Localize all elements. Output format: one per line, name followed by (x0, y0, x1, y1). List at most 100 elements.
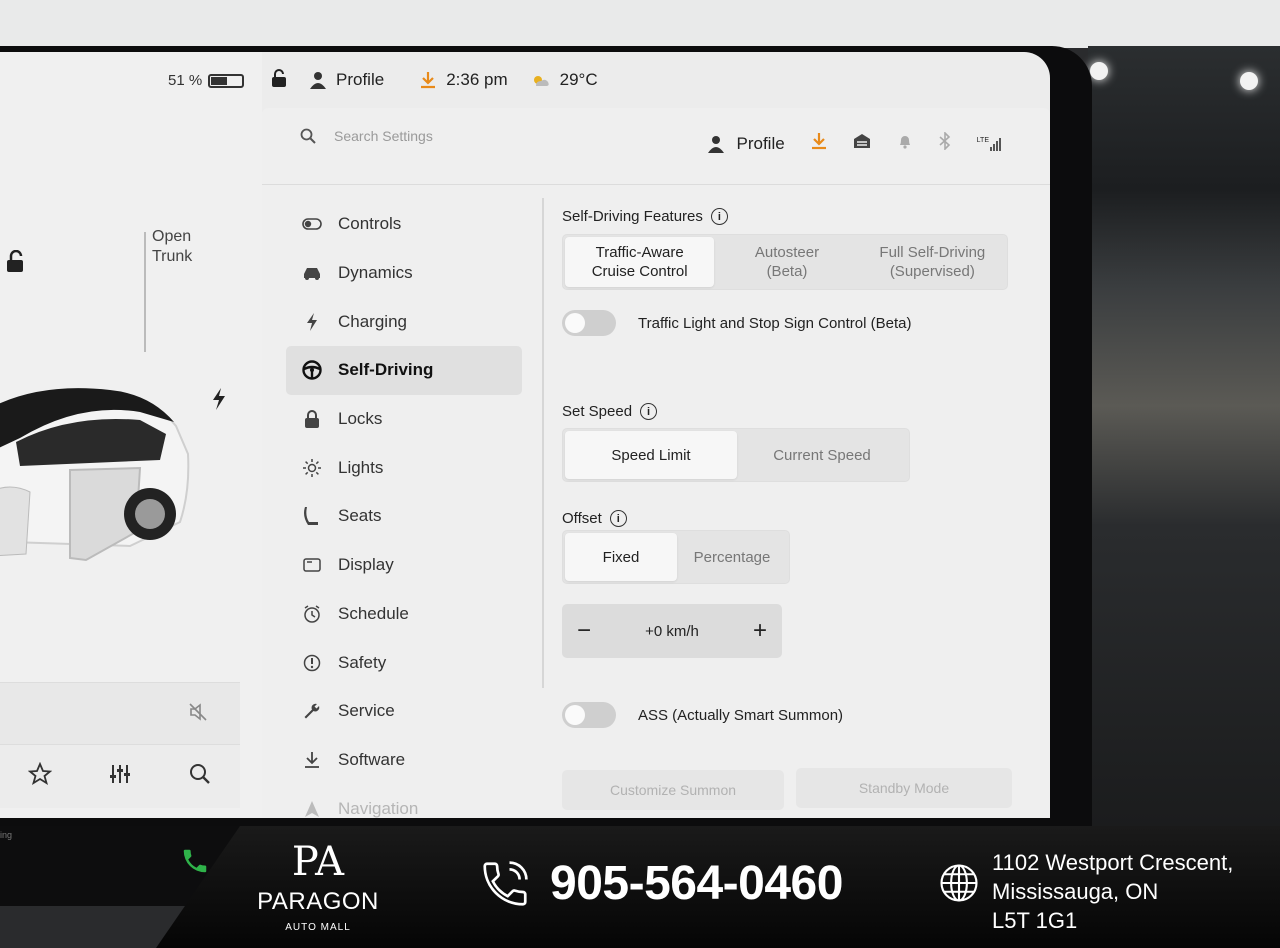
open-trunk-label-2: Trunk (152, 248, 193, 265)
nav-item-controls[interactable]: Controls (286, 200, 522, 249)
car-model-image (0, 388, 190, 562)
nav-item-label: Lights (338, 457, 384, 477)
set-speed-title-text: Set Speed (562, 403, 633, 420)
offset-stepper: − +0 km/h + (562, 604, 782, 658)
open-trunk-button[interactable]: Open Trunk (152, 227, 192, 267)
features-title: Self-Driving Features i (562, 208, 728, 225)
summon-toggle[interactable] (562, 702, 616, 728)
nav-item-self-driving[interactable]: Self-Driving (286, 346, 522, 395)
background-wall (0, 0, 1280, 48)
summon-label: ASS (Actually Smart Summon) (638, 706, 844, 724)
sun-icon (302, 458, 322, 478)
offset-option-percentage[interactable]: Percentage (677, 533, 787, 581)
toggle-knob (565, 313, 585, 333)
background-car-interior (1088, 46, 1280, 846)
toggle-knob (565, 705, 585, 725)
nav-item-label: Dynamics (338, 263, 413, 283)
offset-increase-button[interactable]: + (750, 617, 770, 645)
nav-item-schedule[interactable]: Schedule (286, 590, 522, 639)
feature-option-autosteer[interactable]: Autosteer (Beta) (714, 237, 859, 287)
offset-title-text: Offset (562, 510, 602, 527)
phone-number: 905-564-0460 (550, 857, 843, 910)
nav-item-dynamics[interactable]: Dynamics (286, 249, 522, 298)
nav-item-service[interactable]: Service (286, 687, 522, 736)
status-profile[interactable]: Profile (310, 70, 384, 90)
set-speed-title: Set Speed i (562, 403, 658, 420)
info-icon[interactable]: i (710, 208, 728, 225)
navigation-icon (302, 799, 322, 818)
feature-autosteer-line2: (Beta) (766, 263, 808, 280)
bell-icon[interactable] (897, 133, 913, 154)
alert-icon (302, 653, 322, 673)
search-icon[interactable] (188, 762, 212, 791)
features-selector: Traffic-Aware Cruise Control Autosteer (Be… (562, 234, 1008, 290)
nav-item-label: Navigation (338, 798, 419, 818)
person-icon (708, 135, 725, 153)
settings-search[interactable]: Search Settings (300, 128, 433, 144)
header-profile[interactable]: Profile (708, 134, 785, 154)
nav-item-lights[interactable]: Lights (286, 443, 522, 492)
nav-item-label: Safety (338, 652, 387, 672)
nav-item-navigation[interactable]: Navigation (286, 784, 522, 818)
address-line-1: 1102 Westport Crescent, (992, 850, 1234, 875)
trunk-pointer-line (144, 232, 146, 352)
offset-decrease-button[interactable]: − (574, 617, 594, 645)
status-time: 2:36 pm (420, 70, 508, 90)
nav-item-safety[interactable]: Safety (286, 638, 522, 687)
download-icon (421, 72, 436, 89)
media-controls (0, 744, 240, 808)
touchscreen: 51 % Open Trunk Profile 2:36 pm 29°C Sea… (0, 52, 1050, 818)
summon-row: ASS (Actually Smart Summon) (562, 702, 843, 728)
partly-cloudy-icon (533, 76, 549, 86)
software-update-icon[interactable] (811, 132, 827, 155)
offset-value: +0 km/h (645, 622, 699, 640)
nav-item-locks[interactable]: Locks (286, 395, 522, 444)
lock-status-icon[interactable] (270, 68, 288, 93)
set-speed-option-current-speed[interactable]: Current Speed (737, 431, 907, 479)
nav-item-charging[interactable]: Charging (286, 297, 522, 346)
bluetooth-icon[interactable] (939, 131, 951, 155)
nav-item-label: Seats (338, 506, 382, 526)
battery-percent: 51 % (168, 72, 203, 89)
status-profile-label: Profile (336, 70, 385, 89)
toggle-icon (302, 214, 322, 234)
offset-title: Offset i (562, 510, 627, 527)
nav-item-label: Software (338, 749, 406, 769)
equalizer-icon[interactable] (108, 762, 132, 791)
nav-item-display[interactable]: Display (286, 541, 522, 590)
unlock-icon[interactable] (4, 249, 26, 279)
nav-item-label: Self-Driving (338, 360, 434, 380)
feature-option-fsd[interactable]: Full Self-Driving (Supervised) (860, 237, 1005, 287)
address-line-2: Mississauga, ON (992, 879, 1159, 904)
charge-port-bolt-icon[interactable] (211, 388, 227, 415)
nav-item-label: Display (338, 555, 394, 575)
search-input[interactable]: Search Settings (334, 128, 433, 144)
dealer-subtitle: AUTO MALL (285, 922, 351, 933)
traffic-light-toggle[interactable] (562, 310, 616, 336)
steering-wheel-icon (302, 360, 322, 381)
offset-selector: Fixed Percentage (562, 530, 790, 584)
header-divider (262, 184, 1050, 185)
mute-icon[interactable] (188, 702, 208, 727)
feature-option-tacc[interactable]: Traffic-Aware Cruise Control (565, 237, 715, 287)
globe-icon (940, 864, 978, 902)
dealer-phone: 905-564-0460 (478, 856, 843, 911)
nav-item-label: Locks (338, 409, 383, 429)
set-speed-selector: Speed Limit Current Speed (562, 428, 910, 482)
offset-option-fixed[interactable]: Fixed (565, 533, 677, 581)
nav-item-label: Schedule (338, 603, 409, 623)
info-icon[interactable]: i (609, 510, 627, 527)
nav-item-software[interactable]: Software (286, 736, 522, 785)
standby-mode-button[interactable]: Standby Mode (796, 768, 1012, 808)
garage-icon[interactable] (853, 133, 871, 154)
feature-tacc-line2: Cruise Control (591, 263, 688, 280)
set-speed-option-speed-limit[interactable]: Speed Limit (565, 431, 737, 479)
nav-item-seats[interactable]: Seats (286, 492, 522, 541)
star-icon[interactable] (27, 761, 53, 791)
feature-tacc-line1: Traffic-Aware (595, 244, 684, 261)
info-icon[interactable]: i (640, 403, 658, 420)
battery-indicator: 51 % (168, 72, 245, 89)
dealer-name: PARAGON (257, 888, 379, 915)
cellular-signal-icon: LTE (977, 137, 1004, 151)
customize-summon-button[interactable]: Customize Summon (562, 770, 784, 810)
